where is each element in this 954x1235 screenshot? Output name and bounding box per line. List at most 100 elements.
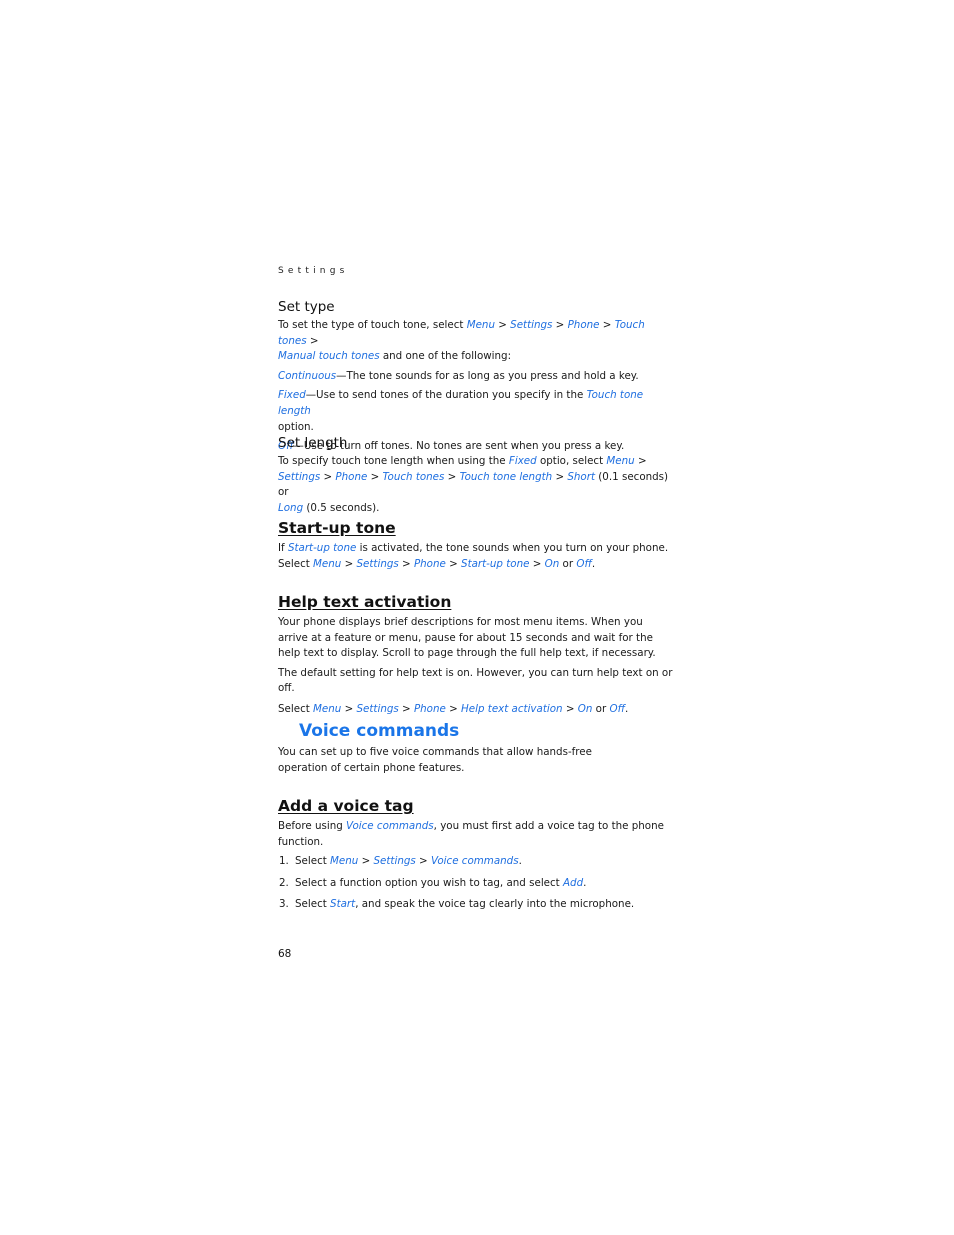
link-phone[interactable]: Phone <box>335 471 367 483</box>
link-on[interactable]: On <box>545 558 560 570</box>
separator: > <box>320 470 336 483</box>
step-number: 3. <box>279 898 289 911</box>
link-phone[interactable]: Phone <box>568 319 600 331</box>
text: Select <box>278 702 314 715</box>
set-type-intro: To set the type of touch tone, select Me… <box>278 318 673 365</box>
text: option. <box>278 420 314 433</box>
heading-set-length: Set length <box>278 435 348 451</box>
link-menu[interactable]: Menu <box>606 455 634 467</box>
heading-set-type: Set type <box>278 299 335 315</box>
text: , and speak the voice tag clearly into t… <box>355 898 635 911</box>
link-startup-tone[interactable]: Start-up tone <box>461 558 529 570</box>
link-continuous[interactable]: Continuous <box>278 370 336 382</box>
link-menu[interactable]: Menu <box>313 558 341 570</box>
link-fixed[interactable]: Fixed <box>509 455 537 467</box>
set-length-body: To specify touch tone length when using … <box>278 454 673 516</box>
separator: > <box>529 557 545 570</box>
list-item: 2. Select a function option you wish to t… <box>278 876 673 892</box>
link-help-text-activation[interactable]: Help text activation <box>461 703 563 715</box>
link-fixed[interactable]: Fixed <box>278 389 306 401</box>
link-settings[interactable]: Settings <box>357 558 399 570</box>
separator: > <box>445 702 462 715</box>
separator: > <box>358 855 374 868</box>
heading-help-text-activation: Help text activation <box>278 593 452 611</box>
text: Select <box>295 898 331 911</box>
text: If <box>278 542 288 554</box>
separator: > <box>367 470 383 483</box>
link-settings[interactable]: Settings <box>278 471 320 483</box>
heading-voice-commands: Voice commands <box>299 721 460 741</box>
separator: > <box>599 319 615 331</box>
separator: > <box>634 455 647 467</box>
steps-list: 1. Select Menu > Settings > Voice command… <box>278 854 673 913</box>
link-long[interactable]: Long <box>278 502 303 514</box>
separator: > <box>415 855 431 868</box>
text: Before using <box>278 820 347 832</box>
separator: > <box>552 319 568 331</box>
text: . <box>518 855 522 868</box>
text: or <box>592 702 610 715</box>
link-off[interactable]: Off <box>609 703 625 715</box>
section-voice-commands: Voice commands You can set up to five vo… <box>278 721 673 776</box>
link-phone[interactable]: Phone <box>414 703 446 715</box>
section-set-type: Set type To set the type of touch tone, … <box>278 299 673 455</box>
separator: > <box>341 702 357 715</box>
option-continuous: Continuous—The tone sounds for as long a… <box>278 369 673 385</box>
help-text-p1: Your phone displays brief descriptions f… <box>278 616 656 660</box>
text: To set the type of touch tone, select <box>278 319 467 331</box>
text: —Use to send tones of the duration you s… <box>305 389 587 402</box>
link-touch-tones[interactable]: Touch tones <box>383 471 445 483</box>
link-start[interactable]: Start <box>330 898 355 910</box>
separator: > <box>562 702 578 715</box>
separator: > <box>552 470 568 483</box>
text: or <box>559 557 577 570</box>
link-voice-commands[interactable]: Voice commands <box>431 855 519 867</box>
text: is activated, the tone sounds when you t… <box>356 542 669 554</box>
separator: > <box>341 557 357 570</box>
page-number: 68 <box>278 948 292 960</box>
link-menu[interactable]: Menu <box>467 319 495 331</box>
text: optio, select <box>536 455 607 467</box>
separator: > <box>306 334 319 347</box>
text: To specify touch tone length when using … <box>278 455 509 467</box>
link-settings[interactable]: Settings <box>510 319 552 331</box>
list-item: 3. Select Start, and speak the voice tag … <box>278 897 673 913</box>
section-help-text: Help text activation Your phone displays… <box>278 593 673 718</box>
link-menu[interactable]: Menu <box>330 855 358 867</box>
text: Select <box>278 557 314 570</box>
separator: > <box>398 557 414 570</box>
step-number: 1. <box>279 855 289 868</box>
link-add[interactable]: Add <box>563 877 583 889</box>
voice-commands-body: You can set up to five voice commands th… <box>278 746 592 774</box>
link-settings[interactable]: Settings <box>374 855 416 867</box>
text: Select a function option you wish to tag… <box>295 876 563 889</box>
link-voice-commands[interactable]: Voice commands <box>346 820 434 832</box>
startup-tone-body: If Start-up tone is activated, the tone … <box>278 541 673 572</box>
link-menu[interactable]: Menu <box>313 703 341 715</box>
link-startup-tone[interactable]: Start-up tone <box>288 542 356 554</box>
text: (0.5 seconds). <box>303 501 380 514</box>
link-off[interactable]: Off <box>576 558 592 570</box>
section-startup-tone: Start-up tone If Start-up tone is activa… <box>278 519 673 572</box>
option-fixed: Fixed—Use to send tones of the duration … <box>278 388 673 435</box>
link-touch-tone-length[interactable]: Touch tone length <box>460 471 553 483</box>
running-head: Settings <box>278 266 349 276</box>
help-text-select: Select Menu > Settings > Phone > Help te… <box>278 702 673 718</box>
link-phone[interactable]: Phone <box>414 558 446 570</box>
separator: > <box>494 319 511 331</box>
text: . <box>625 702 629 715</box>
separator: > <box>445 557 462 570</box>
text: —The tone sounds for as long as you pres… <box>336 369 639 382</box>
text: . <box>591 557 596 570</box>
heading-add-voice-tag: Add a voice tag <box>278 797 414 815</box>
link-settings[interactable]: Settings <box>357 703 399 715</box>
heading-startup-tone: Start-up tone <box>278 519 396 537</box>
add-voice-tag-intro: Before using Voice commands, you must fi… <box>278 819 673 850</box>
separator: > <box>398 702 414 715</box>
text: . <box>583 876 587 889</box>
link-manual-touch-tones[interactable]: Manual touch tones <box>278 350 380 362</box>
link-short[interactable]: Short <box>567 471 595 483</box>
separator: > <box>444 470 460 483</box>
step-number: 2. <box>279 876 289 889</box>
link-on[interactable]: On <box>578 703 593 715</box>
